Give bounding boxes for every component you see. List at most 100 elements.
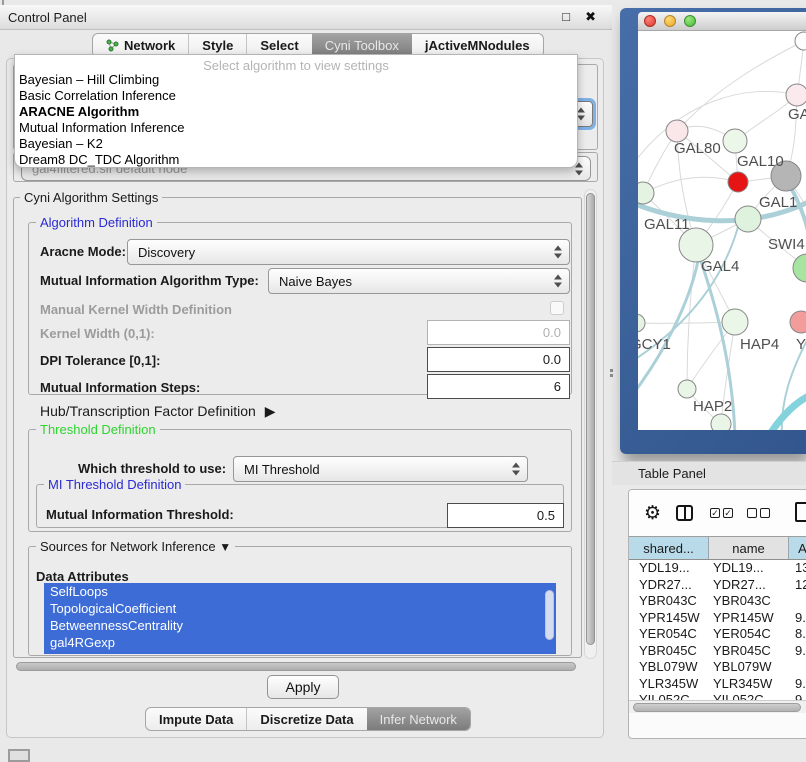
table-cell: YLR345W [629,676,709,693]
algorithm-option-basic-correlation-inference[interactable]: Basic Correlation Inference [15,88,577,104]
tab-infer-network[interactable]: Infer Network [367,708,470,730]
network-node[interactable] [678,380,696,398]
network-node[interactable] [638,314,645,332]
network-graph[interactable]: GAL80GAL10GAL1GAL11SWI4GAL4GCY1HAP4YHAP2… [638,31,806,430]
table-row[interactable]: YPR145WYPR145W9. [629,610,806,627]
table-row[interactable]: YBL079WYBL079W [629,659,806,676]
scrollbar-thumb[interactable] [586,193,595,645]
tab-label: Infer Network [380,712,457,727]
network-canvas[interactable]: GAL80GAL10GAL1GAL11SWI4GAL4GCY1HAP4YHAP2… [638,31,806,430]
table-toolbar: ⚙ ✓ ✓ [629,490,806,536]
sources-title: Sources for Network Inference [40,539,216,554]
table-cell: YDL19... [629,560,709,577]
table-cell: 9. [789,610,806,627]
algorithm-option-aracne-algorithm[interactable]: ARACNE Algorithm [15,104,577,120]
network-edge[interactable] [643,177,738,193]
manual-kernel-checkbox[interactable] [550,301,564,315]
hub-definition-row[interactable]: Hub/Transcription Factor Definition ▶ [40,400,276,422]
deselect-all-icon[interactable] [747,508,770,518]
algorithm-option-bayesian-hill-climbing[interactable]: Bayesian – Hill Climbing [15,72,577,88]
network-node[interactable] [679,228,713,262]
table-row[interactable]: YLR345WYLR345W9. [629,676,806,693]
network-window-titlebar[interactable] [638,12,806,31]
minimized-panel-icon[interactable] [8,749,30,762]
scrollbar-thumb[interactable] [633,703,801,712]
tab-discretize-data[interactable]: Discretize Data [246,708,366,730]
attribute-item-betweennesscentrality[interactable]: BetweennessCentrality [44,617,556,634]
mi-steps-field[interactable]: 6 [427,374,570,399]
sources-title-row[interactable]: Sources for Network Inference ▼ [36,539,235,555]
algorithm-definition-title: Algorithm Definition [36,215,157,230]
select-all-icon[interactable]: ✓ ✓ [710,508,733,518]
window-zoom-button[interactable] [684,15,696,27]
network-node[interactable] [786,84,806,106]
attribute-item-topologicalcoefficient[interactable]: TopologicalCoefficient [44,600,556,617]
list-scrollbar-thumb[interactable] [545,590,554,640]
close-panel-icon[interactable]: ✖ [585,9,596,25]
network-node[interactable] [790,311,806,333]
network-node[interactable] [722,309,748,335]
tab-label: Select [260,38,298,53]
algorithm-option-dream8-dc-tdc-algorithm[interactable]: Dream8 DC_TDC Algorithm [15,152,577,168]
algorithm-option-mutual-information-inference[interactable]: Mutual Information Inference [15,120,577,136]
data-attributes-list[interactable]: SelfLoopsTopologicalCoefficientBetweenne… [44,583,556,654]
which-threshold-value: MI Threshold [244,462,320,477]
column-header-name[interactable]: name [709,537,789,559]
aracne-mode-select[interactable]: Discovery [127,239,570,265]
column-layout-icon[interactable] [676,505,693,521]
network-node[interactable] [735,206,761,232]
network-edge[interactable] [687,245,696,389]
table-row[interactable]: YDR27...YDR27...12 [629,577,806,594]
network-node-label: GAL1 [759,194,797,211]
float-window-icon[interactable]: □ [562,9,570,24]
mi-threshold-field[interactable]: 0.5 [447,503,564,528]
settings-vertical-scrollbar[interactable] [584,189,597,659]
table-row[interactable]: YIL052CYIL052C9. [629,692,806,700]
mi-type-value: Naive Bayes [279,274,352,289]
network-node[interactable] [711,414,731,430]
table-row[interactable]: YER054CYER054C8. [629,626,806,643]
network-node-label: GAL4 [701,258,739,275]
scrollbar-thumb[interactable] [16,662,576,671]
dpi-tolerance-field[interactable]: 0.0 [427,347,570,372]
kernel-width-label: Kernel Width (0,1): [40,321,155,346]
table-row[interactable]: YBR043CYBR043C [629,593,806,610]
table-cell: YBR045C [709,643,789,660]
window-close-button[interactable] [644,15,656,27]
column-header-shared[interactable]: shared... [629,537,709,559]
table-cell: YBR043C [709,593,789,610]
network-node[interactable] [728,172,748,192]
table-cell: YDR27... [629,577,709,594]
network-node[interactable] [723,129,747,153]
combo-arrows-icon [554,246,562,259]
mi-threshold-group-title: MI Threshold Definition [44,477,185,492]
table-row[interactable]: YBR045CYBR045C9. [629,643,806,660]
network-edge[interactable] [677,41,804,131]
apply-button[interactable]: Apply [267,675,339,699]
document-icon[interactable] [795,502,806,522]
table-horizontal-scrollbar[interactable] [629,700,806,713]
attribute-item-selfloops[interactable]: SelfLoops [44,583,556,600]
table-cell: YLR345W [709,676,789,693]
tab-impute-data[interactable]: Impute Data [146,708,246,730]
gear-icon[interactable]: ⚙ [644,504,661,523]
algorithm-option-bayesian-k2[interactable]: Bayesian – K2 [15,136,577,152]
collapse-arrow-icon[interactable]: ▼ [219,540,231,554]
hub-definition-label: Hub/Transcription Factor Definition [40,403,256,419]
kernel-width-field[interactable]: 0.0 [427,320,570,345]
settings-horizontal-scrollbar[interactable] [14,660,582,673]
network-node[interactable] [795,32,806,50]
splitter-handle[interactable] [610,369,613,372]
network-edge[interactable] [768,389,806,430]
column-header-a[interactable]: A [789,537,806,559]
table-row[interactable]: YDL19...YDL19...13 [629,560,806,577]
table-panel: ⚙ ✓ ✓ shared...nameA YDL19...YDL19...13Y… [628,489,806,739]
expand-arrow-icon[interactable]: ▶ [265,403,276,420]
attribute-item-gal4rgexp[interactable]: gal4RGexp [44,634,556,651]
table-cell: YPR145W [629,610,709,627]
mi-type-select[interactable]: Naive Bayes [268,268,570,294]
which-threshold-select[interactable]: MI Threshold [233,456,528,482]
network-node[interactable] [666,120,688,142]
window-minimize-button[interactable] [664,15,676,27]
network-node-label: GAL10 [737,153,784,170]
